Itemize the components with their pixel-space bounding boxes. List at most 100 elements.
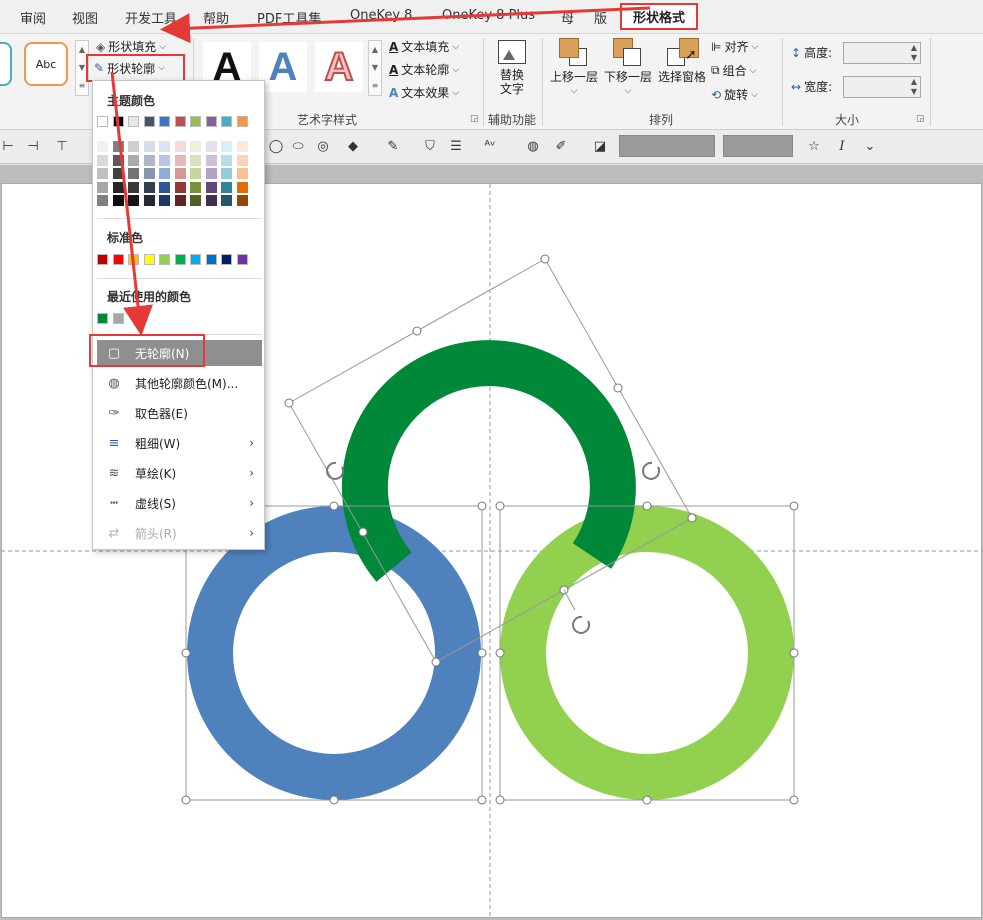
- standard-color-swatch[interactable]: [97, 254, 108, 265]
- theme-shade-swatch[interactable]: [128, 141, 139, 152]
- standard-color-swatch[interactable]: [143, 254, 155, 265]
- theme-shade-swatch[interactable]: [112, 154, 124, 166]
- theme-shade-swatch[interactable]: [190, 154, 201, 166]
- theme-color-swatch[interactable]: [143, 116, 155, 127]
- theme-shade-swatch[interactable]: [97, 181, 108, 193]
- rotate-connector: [563, 589, 576, 611]
- theme-shade-swatch[interactable]: [236, 154, 248, 166]
- theme-shade-swatch[interactable]: [205, 141, 217, 152]
- theme-shade-swatch[interactable]: [128, 181, 139, 193]
- more-outline-colors-label: 其他轮廓颜色(M)...: [135, 376, 239, 391]
- theme-shade-swatch[interactable]: [174, 154, 186, 166]
- standard-color-swatch[interactable]: [221, 254, 232, 265]
- theme-shade-swatch[interactable]: [221, 195, 232, 206]
- line-weight-icon: ≡: [108, 435, 120, 451]
- sketch-icon: ≋: [108, 465, 120, 481]
- more-outline-colors-item[interactable]: ◍ 其他轮廓颜色(M)...: [97, 370, 262, 396]
- dashes-label: 虚线(S): [135, 496, 176, 511]
- theme-shade-swatch[interactable]: [221, 181, 232, 193]
- theme-shade-swatch[interactable]: [143, 141, 155, 152]
- arrows-item: ⇄ 箭头(R) ›: [97, 520, 262, 546]
- theme-shade-swatch[interactable]: [205, 154, 217, 166]
- theme-shade-swatch[interactable]: [236, 168, 248, 179]
- menu-separator: [97, 218, 262, 219]
- chevron-right-icon: ›: [249, 496, 254, 510]
- theme-color-swatch[interactable]: [205, 116, 217, 127]
- theme-shade-swatch[interactable]: [112, 195, 124, 206]
- theme-shade-swatch[interactable]: [128, 168, 139, 179]
- theme-shade-swatch[interactable]: [97, 195, 108, 206]
- theme-color-swatch[interactable]: [97, 116, 108, 127]
- theme-shade-swatch[interactable]: [190, 195, 201, 206]
- theme-shade-swatch[interactable]: [97, 168, 108, 179]
- arrows-icon: ⇄: [108, 525, 120, 541]
- dashes-item[interactable]: ┅ 虚线(S) ›: [97, 490, 262, 516]
- chevron-right-icon: ›: [249, 466, 254, 480]
- theme-shade-swatch[interactable]: [205, 181, 217, 193]
- theme-shade-swatch[interactable]: [190, 141, 201, 152]
- theme-color-swatch[interactable]: [159, 116, 170, 127]
- theme-shade-swatch[interactable]: [112, 168, 124, 179]
- menu-separator: [97, 278, 262, 279]
- light-green-ring[interactable]: [500, 506, 794, 800]
- theme-shade-swatch[interactable]: [221, 141, 232, 152]
- standard-color-swatch[interactable]: [112, 254, 124, 265]
- theme-shade-swatch[interactable]: [221, 168, 232, 179]
- theme-shade-swatch[interactable]: [236, 195, 248, 206]
- theme-shade-swatch[interactable]: [159, 168, 170, 179]
- theme-shade-swatch[interactable]: [236, 181, 248, 193]
- standard-color-swatch[interactable]: [174, 254, 186, 265]
- theme-shade-swatch[interactable]: [112, 141, 124, 152]
- standard-color-swatch[interactable]: [236, 254, 248, 265]
- sketch-label: 草绘(K): [135, 466, 177, 481]
- theme-shade-swatch[interactable]: [143, 154, 155, 166]
- theme-color-swatch[interactable]: [221, 116, 232, 127]
- theme-shade-swatch[interactable]: [143, 168, 155, 179]
- weight-item[interactable]: ≡ 粗细(W) ›: [97, 430, 262, 456]
- theme-shade-swatch[interactable]: [159, 195, 170, 206]
- theme-shade-swatch[interactable]: [190, 168, 201, 179]
- highlight-no-outline: [89, 334, 205, 367]
- recent-colors-header: 最近使用的颜色: [107, 290, 192, 304]
- theme-shade-swatch[interactable]: [190, 181, 201, 193]
- theme-shade-swatch[interactable]: [143, 181, 155, 193]
- theme-color-swatch[interactable]: [174, 116, 186, 127]
- blue-ring[interactable]: [187, 506, 481, 800]
- theme-shade-swatch[interactable]: [112, 181, 124, 193]
- theme-shade-swatch[interactable]: [174, 181, 186, 193]
- theme-shade-swatch[interactable]: [159, 181, 170, 193]
- theme-shade-swatch[interactable]: [97, 154, 108, 166]
- standard-color-swatch[interactable]: [159, 254, 170, 265]
- sketch-item[interactable]: ≋ 草绘(K) ›: [97, 460, 262, 486]
- standard-color-swatch[interactable]: [128, 254, 139, 265]
- recent-color-swatch[interactable]: [112, 313, 124, 324]
- recent-color-swatch[interactable]: [97, 313, 108, 324]
- theme-shade-swatch[interactable]: [128, 195, 139, 206]
- theme-shade-swatch[interactable]: [221, 154, 232, 166]
- theme-colors-header: 主题颜色: [107, 94, 156, 108]
- theme-shade-swatch[interactable]: [143, 195, 155, 206]
- dashes-icon: ┅: [110, 495, 118, 511]
- theme-shade-swatch[interactable]: [174, 141, 186, 152]
- theme-color-swatch[interactable]: [190, 116, 201, 127]
- theme-shade-swatch[interactable]: [97, 141, 108, 152]
- theme-shade-swatch[interactable]: [236, 141, 248, 152]
- theme-shade-swatch[interactable]: [174, 168, 186, 179]
- theme-shade-swatch[interactable]: [159, 154, 170, 166]
- theme-color-swatch[interactable]: [128, 116, 139, 127]
- standard-color-swatch[interactable]: [190, 254, 201, 265]
- theme-shade-swatch[interactable]: [128, 154, 139, 166]
- eyedropper-item[interactable]: ✑ 取色器(E): [97, 400, 262, 426]
- chevron-right-icon: ›: [249, 436, 254, 450]
- theme-shade-swatch[interactable]: [174, 195, 186, 206]
- chevron-right-icon: ›: [249, 526, 254, 540]
- eyedropper-label: 取色器(E): [135, 406, 188, 421]
- standard-colors-header: 标准色: [107, 231, 144, 245]
- standard-color-swatch[interactable]: [205, 254, 217, 265]
- theme-color-swatch[interactable]: [236, 116, 248, 127]
- theme-color-swatch[interactable]: [112, 116, 124, 127]
- theme-shade-swatch[interactable]: [205, 168, 217, 179]
- arrows-label: 箭头(R): [135, 526, 177, 541]
- theme-shade-swatch[interactable]: [159, 141, 170, 152]
- theme-shade-swatch[interactable]: [205, 195, 217, 206]
